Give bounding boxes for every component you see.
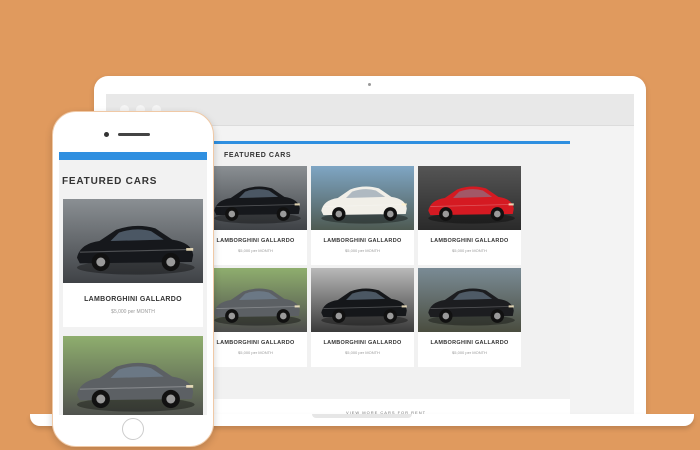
- car-image[interactable]: [204, 166, 307, 230]
- car-illustration: [204, 268, 307, 332]
- car-name[interactable]: LAMBORGHINI GALLARDO: [204, 340, 307, 346]
- car-illustration: [63, 199, 203, 283]
- phone-header-bar: [59, 152, 207, 160]
- car-card[interactable]: [63, 336, 203, 415]
- car-price: $5,000 per MONTH: [345, 350, 380, 355]
- car-price: $5,000 per MONTH: [238, 248, 273, 253]
- home-button[interactable]: [122, 418, 144, 440]
- featured-cars-section: FEATURED CARS LAMBORGHINI GALLARDO $5,00…: [202, 144, 570, 416]
- car-image[interactable]: [63, 336, 203, 415]
- section-title: FEATURED CARS: [224, 152, 292, 159]
- car-name[interactable]: LAMBORGHINI GALLARDO: [311, 340, 414, 346]
- car-card[interactable]: LAMBORGHINI GALLARDO $5,000 per MONTH: [63, 199, 203, 327]
- car-illustration: [311, 166, 414, 230]
- laptop-notch: [312, 414, 412, 418]
- car-name[interactable]: LAMBORGHINI GALLARDO: [311, 238, 414, 244]
- car-image[interactable]: [418, 268, 521, 332]
- car-illustration: [63, 336, 203, 415]
- car-image[interactable]: [311, 268, 414, 332]
- car-card[interactable]: LAMBORGHINI GALLARDO $5,000 per MONTH: [311, 268, 414, 367]
- car-illustration: [418, 166, 521, 230]
- car-price: $5,000 per MONTH: [111, 309, 155, 315]
- car-card[interactable]: LAMBORGHINI GALLARDO $5,000 per MONTH: [204, 166, 307, 265]
- car-card[interactable]: LAMBORGHINI GALLARDO $5,000 per MONTH: [204, 268, 307, 367]
- car-card[interactable]: LAMBORGHINI GALLARDO $5,000 per MONTH: [418, 268, 521, 367]
- phone-speaker: [118, 133, 150, 136]
- car-name[interactable]: LAMBORGHINI GALLARDO: [63, 296, 203, 303]
- car-illustration: [204, 166, 307, 230]
- phone-mockup: FEATURED CARS LAMBORGHINI GALLARDO $5,00…: [52, 111, 214, 447]
- phone-screen: FEATURED CARS LAMBORGHINI GALLARDO $5,00…: [59, 152, 207, 415]
- car-illustration: [311, 268, 414, 332]
- car-image[interactable]: [204, 268, 307, 332]
- car-name[interactable]: LAMBORGHINI GALLARDO: [418, 340, 521, 346]
- car-image[interactable]: [63, 199, 203, 283]
- car-card[interactable]: LAMBORGHINI GALLARDO $5,000 per MONTH: [311, 166, 414, 265]
- car-price: $5,000 per MONTH: [452, 248, 487, 253]
- laptop-camera: [368, 83, 371, 86]
- car-price: $5,000 per MONTH: [345, 248, 380, 253]
- car-name[interactable]: LAMBORGHINI GALLARDO: [204, 238, 307, 244]
- car-name[interactable]: LAMBORGHINI GALLARDO: [418, 238, 521, 244]
- car-price: $5,000 per MONTH: [452, 350, 487, 355]
- phone-camera: [104, 132, 109, 137]
- car-price: $5,000 per MONTH: [238, 350, 273, 355]
- car-image[interactable]: [418, 166, 521, 230]
- section-title: FEATURED CARS: [62, 176, 158, 187]
- car-card[interactable]: LAMBORGHINI GALLARDO $5,000 per MONTH: [418, 166, 521, 265]
- car-illustration: [418, 268, 521, 332]
- car-image[interactable]: [311, 166, 414, 230]
